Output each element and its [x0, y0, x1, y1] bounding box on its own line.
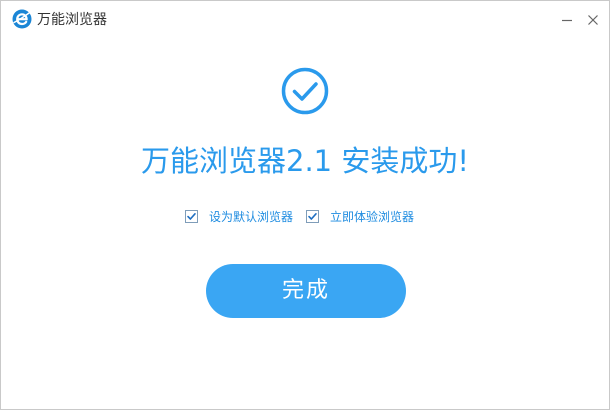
- check-circle-icon: [281, 67, 329, 115]
- close-button[interactable]: [582, 9, 604, 31]
- installer-window: 万能浏览器 万能浏览器2.1 安装成功! 设为默认浏览器 立即体验浏览器 完成: [0, 0, 610, 410]
- minimize-icon: [562, 19, 572, 22]
- set-default-browser-label[interactable]: 设为默认浏览器: [209, 208, 293, 226]
- minimize-button[interactable]: [556, 9, 578, 31]
- try-browser-now-label[interactable]: 立即体验浏览器: [330, 208, 414, 226]
- post-install-options: 设为默认浏览器 立即体验浏览器: [1, 207, 609, 227]
- set-default-browser-checkbox[interactable]: [185, 210, 198, 223]
- checkmark-icon: [187, 213, 196, 220]
- finish-button[interactable]: 完成: [206, 264, 406, 318]
- install-success-headline: 万能浏览器2.1 安装成功!: [141, 144, 469, 178]
- window-title: 万能浏览器: [37, 12, 107, 28]
- checkmark-icon: [308, 213, 317, 220]
- close-icon: [588, 15, 598, 25]
- title-bar: 万能浏览器: [1, 1, 609, 37]
- browser-e-logo-icon: [12, 9, 32, 29]
- try-browser-now-checkbox[interactable]: [306, 210, 319, 223]
